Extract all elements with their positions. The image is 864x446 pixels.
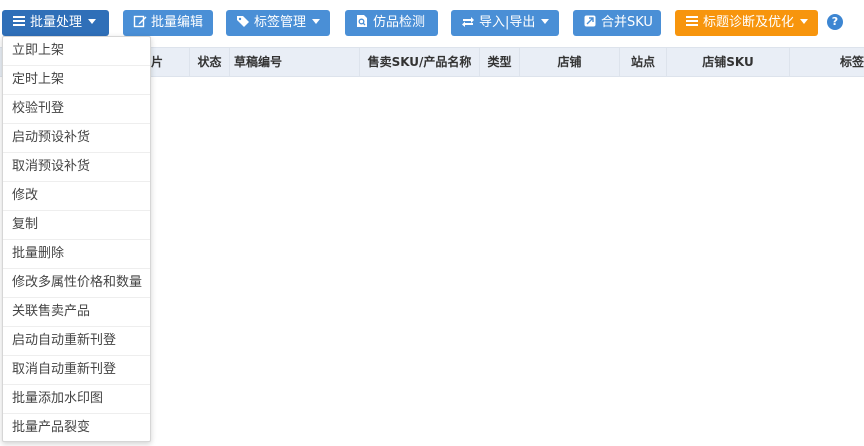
menu-item-copy[interactable]: 复制 (3, 211, 150, 240)
column-header-sku-name: 售卖SKU/产品名称 (360, 48, 480, 76)
edit-icon (133, 15, 147, 28)
chevron-down-icon (541, 19, 550, 24)
column-header-store-sku: 店铺SKU (667, 48, 790, 76)
menu-item-validate-listing[interactable]: 校验刊登 (3, 95, 150, 124)
tag-manage-label: 标签管理 (254, 15, 307, 30)
tag-manage-button[interactable]: 标签管理 (226, 10, 330, 36)
import-export-button[interactable]: 导入|导出 (451, 10, 559, 36)
batch-edit-button[interactable]: 批量编辑 (123, 10, 213, 36)
counterfeit-check-button[interactable]: 仿品检测 (345, 10, 438, 36)
menu-item-add-watermark[interactable]: 批量添加水印图 (3, 385, 150, 414)
column-header-draft-id: 草稿编号 (230, 48, 360, 76)
list-icon (13, 16, 25, 26)
batch-edit-label: 批量编辑 (151, 15, 204, 30)
tag-icon (237, 16, 249, 27)
batch-process-label: 批量处理 (30, 15, 83, 30)
counterfeit-check-label: 仿品检测 (373, 15, 426, 30)
menu-item-cancel-auto-relist[interactable]: 取消自动重新刊登 (3, 356, 150, 385)
title-diagnosis-label: 标题诊断及优化 (703, 15, 795, 30)
merge-sku-button[interactable]: 合并SKU (573, 10, 661, 36)
menu-item-product-split[interactable]: 批量产品裂变 (3, 414, 150, 443)
chevron-down-icon (312, 19, 321, 24)
help-icon[interactable]: ? (827, 14, 843, 30)
menu-item-edit[interactable]: 修改 (3, 182, 150, 211)
transfer-icon (462, 17, 474, 27)
chevron-down-icon (800, 19, 809, 24)
menu-item-cancel-preset-restock[interactable]: 取消预设补货 (3, 153, 150, 182)
list-icon (686, 16, 698, 26)
column-header-store: 店铺 (520, 48, 620, 76)
merge-icon (584, 15, 596, 27)
chevron-down-icon (88, 19, 97, 24)
menu-item-batch-delete[interactable]: 批量删除 (3, 240, 150, 269)
merge-sku-label: 合并SKU (601, 15, 653, 30)
column-header-site: 站点 (620, 48, 667, 76)
column-header-status: 状态 (190, 48, 230, 76)
menu-item-enable-preset-restock[interactable]: 启动预设补货 (3, 124, 150, 153)
menu-item-edit-variant-price-qty[interactable]: 修改多属性价格和数量 (3, 269, 150, 298)
menu-item-enable-auto-relist[interactable]: 启动自动重新刊登 (3, 327, 150, 356)
batch-process-button[interactable]: 批量处理 (2, 10, 109, 36)
batch-process-menu: 立即上架 定时上架 校验刊登 启动预设补货 取消预设补货 修改 复制 批量删除 … (2, 36, 151, 442)
column-header-type: 类型 (480, 48, 520, 76)
menu-item-scheduled-list[interactable]: 定时上架 (3, 66, 150, 95)
menu-item-list-now[interactable]: 立即上架 (3, 37, 150, 66)
document-search-icon (357, 15, 367, 27)
title-diagnosis-button[interactable]: 标题诊断及优化 (675, 10, 818, 36)
column-header-tags: 标签 (839, 55, 864, 69)
menu-item-link-sale-product[interactable]: 关联售卖产品 (3, 298, 150, 327)
import-export-label: 导入|导出 (479, 15, 536, 30)
